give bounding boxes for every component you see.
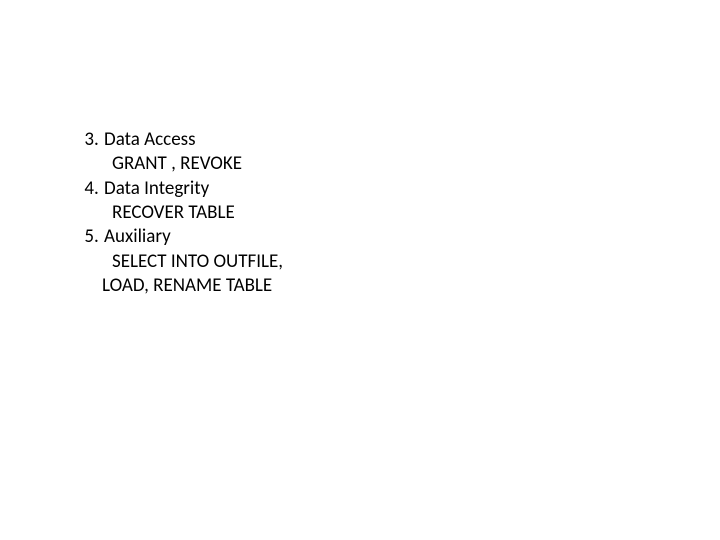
item-title: Auxiliary (104, 225, 720, 249)
item-number: 4 (68, 177, 94, 201)
item-sub: SELECT INTO OUTFILE, (68, 250, 720, 274)
item-sub: LOAD, RENAME TABLE (68, 274, 720, 298)
numbered-list: 3 . Data Access GRANT , REVOKE 4 . Data … (68, 128, 720, 298)
item-dot: . (94, 128, 104, 152)
item-number: 3 (68, 128, 94, 152)
item-title: Data Access (104, 128, 720, 152)
list-item: 5 . Auxiliary (68, 225, 720, 249)
item-dot: . (94, 177, 104, 201)
item-sub: GRANT , REVOKE (68, 152, 720, 176)
item-sub: RECOVER TABLE (68, 201, 720, 225)
list-item: 4 . Data Integrity (68, 177, 720, 201)
list-item: 3 . Data Access (68, 128, 720, 152)
item-title: Data Integrity (104, 177, 720, 201)
item-dot: . (94, 225, 104, 249)
item-number: 5 (68, 225, 94, 249)
